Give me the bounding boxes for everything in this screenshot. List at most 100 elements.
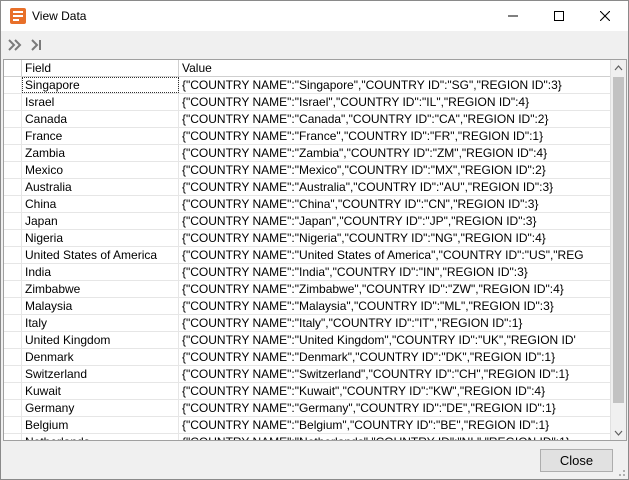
minimize-button[interactable] [490,1,536,31]
value-cell[interactable]: {"COUNTRY NAME":"Singapore","COUNTRY ID"… [179,77,611,93]
scroll-up-button[interactable] [611,60,626,75]
value-cell[interactable]: {"COUNTRY NAME":"Mexico","COUNTRY ID":"M… [179,162,611,178]
table-row[interactable]: Zambia {"COUNTRY NAME":"Zambia","COUNTRY … [4,145,611,162]
row-indicator[interactable] [4,417,22,433]
table-row[interactable]: Australia {"COUNTRY NAME":"Australia","CO… [4,179,611,196]
field-cell[interactable]: India [22,264,179,280]
row-indicator[interactable] [4,383,22,399]
field-cell[interactable]: United States of America [22,247,179,263]
last-page-button[interactable] [27,36,47,54]
value-cell[interactable]: {"COUNTRY NAME":"Japan","COUNTRY ID":"JP… [179,213,611,229]
field-cell[interactable]: Malaysia [22,298,179,314]
field-cell[interactable]: Switzerland [22,366,179,382]
value-cell[interactable]: {"COUNTRY NAME":"Germany","COUNTRY ID":"… [179,400,611,416]
title-bar[interactable]: View Data [1,1,628,31]
column-header-value[interactable]: Value [179,60,611,76]
field-cell[interactable]: Denmark [22,349,179,365]
table-row[interactable]: Denmark {"COUNTRY NAME":"Denmark","COUNTR… [4,349,611,366]
data-grid[interactable]: Field Value Singapore {"COUNTRY NAME":"Si… [3,59,627,441]
scroll-down-button[interactable] [611,425,626,440]
table-row[interactable]: China {"COUNTRY NAME":"China","COUNTRY ID… [4,196,611,213]
table-row[interactable]: United Kingdom {"COUNTRY NAME":"United Ki… [4,332,611,349]
table-row[interactable]: Italy {"COUNTRY NAME":"Italy","COUNTRY ID… [4,315,611,332]
table-row[interactable]: Japan {"COUNTRY NAME":"Japan","COUNTRY ID… [4,213,611,230]
table-row[interactable]: Kuwait {"COUNTRY NAME":"Kuwait","COUNTRY … [4,383,611,400]
value-cell[interactable]: {"COUNTRY NAME":"Canada","COUNTRY ID":"C… [179,111,611,127]
value-cell[interactable]: {"COUNTRY NAME":"India","COUNTRY ID":"IN… [179,264,611,280]
row-indicator[interactable] [4,264,22,280]
field-cell[interactable]: Netherlands [22,434,179,440]
value-cell[interactable]: {"COUNTRY NAME":"United States of Americ… [179,247,611,263]
table-row[interactable]: Malaysia {"COUNTRY NAME":"Malaysia","COUN… [4,298,611,315]
close-button[interactable]: Close [540,449,613,472]
row-indicator[interactable] [4,315,22,331]
field-cell[interactable]: Italy [22,315,179,331]
value-cell[interactable]: {"COUNTRY NAME":"Switzerland","COUNTRY I… [179,366,611,382]
value-cell[interactable]: {"COUNTRY NAME":"Israel","COUNTRY ID":"I… [179,94,611,110]
row-indicator[interactable] [4,77,22,93]
value-cell[interactable]: {"COUNTRY NAME":"Zimbabwe","COUNTRY ID":… [179,281,611,297]
column-header-field[interactable]: Field [22,60,179,76]
field-cell[interactable]: Nigeria [22,230,179,246]
field-cell[interactable]: China [22,196,179,212]
value-cell[interactable]: {"COUNTRY NAME":"Nigeria","COUNTRY ID":"… [179,230,611,246]
field-cell[interactable]: Zambia [22,145,179,161]
field-cell[interactable]: Germany [22,400,179,416]
row-indicator[interactable] [4,281,22,297]
row-indicator[interactable] [4,247,22,263]
row-indicator[interactable] [4,213,22,229]
value-cell[interactable]: {"COUNTRY NAME":"Italy","COUNTRY ID":"IT… [179,315,611,331]
field-cell[interactable]: Belgium [22,417,179,433]
table-row[interactable]: Zimbabwe {"COUNTRY NAME":"Zimbabwe","COUN… [4,281,611,298]
field-cell[interactable]: Israel [22,94,179,110]
row-indicator[interactable] [4,400,22,416]
table-row[interactable]: Switzerland {"COUNTRY NAME":"Switzerland"… [4,366,611,383]
table-row[interactable]: Israel {"COUNTRY NAME":"Israel","COUNTRY … [4,94,611,111]
value-cell[interactable]: {"COUNTRY NAME":"Kuwait","COUNTRY ID":"K… [179,383,611,399]
row-indicator[interactable] [4,94,22,110]
field-cell[interactable]: Mexico [22,162,179,178]
table-row[interactable]: Canada {"COUNTRY NAME":"Canada","COUNTRY … [4,111,611,128]
value-cell[interactable]: {"COUNTRY NAME":"Australia","COUNTRY ID"… [179,179,611,195]
field-cell[interactable]: Kuwait [22,383,179,399]
value-cell[interactable]: {"COUNTRY NAME":"France","COUNTRY ID":"F… [179,128,611,144]
row-indicator[interactable] [4,111,22,127]
value-cell[interactable]: {"COUNTRY NAME":"Zambia","COUNTRY ID":"Z… [179,145,611,161]
next-page-button[interactable] [5,36,25,54]
maximize-button[interactable] [536,1,582,31]
field-cell[interactable]: United Kingdom [22,332,179,348]
row-indicator[interactable] [4,230,22,246]
close-window-button[interactable] [582,1,628,31]
field-cell[interactable]: Canada [22,111,179,127]
table-row[interactable]: Nigeria {"COUNTRY NAME":"Nigeria","COUNTR… [4,230,611,247]
vertical-scrollbar[interactable] [610,60,626,440]
table-row[interactable]: Belgium {"COUNTRY NAME":"Belgium","COUNTR… [4,417,611,434]
value-cell[interactable]: {"COUNTRY NAME":"China","COUNTRY ID":"CN… [179,196,611,212]
row-indicator[interactable] [4,128,22,144]
row-indicator[interactable] [4,179,22,195]
table-row[interactable]: Germany {"COUNTRY NAME":"Germany","COUNTR… [4,400,611,417]
field-cell[interactable]: Singapore [22,77,179,93]
row-indicator[interactable] [4,196,22,212]
table-row[interactable]: France {"COUNTRY NAME":"France","COUNTRY … [4,128,611,145]
table-row[interactable]: India {"COUNTRY NAME":"India","COUNTRY ID… [4,264,611,281]
row-indicator[interactable] [4,349,22,365]
table-row[interactable]: Mexico {"COUNTRY NAME":"Mexico","COUNTRY … [4,162,611,179]
row-indicator[interactable] [4,366,22,382]
row-indicator[interactable] [4,145,22,161]
field-cell[interactable]: Japan [22,213,179,229]
row-indicator[interactable] [4,332,22,348]
value-cell[interactable]: {"COUNTRY NAME":"United Kingdom","COUNTR… [179,332,611,348]
field-cell[interactable]: France [22,128,179,144]
value-cell[interactable]: {"COUNTRY NAME":"Belgium","COUNTRY ID":"… [179,417,611,433]
resize-grip-icon[interactable] [616,467,626,477]
value-cell[interactable]: {"COUNTRY NAME":"Denmark","COUNTRY ID":"… [179,349,611,365]
row-indicator[interactable] [4,298,22,314]
table-row[interactable]: Singapore {"COUNTRY NAME":"Singapore","CO… [4,77,611,94]
field-cell[interactable]: Australia [22,179,179,195]
field-cell[interactable]: Zimbabwe [22,281,179,297]
value-cell[interactable]: {"COUNTRY NAME":"Malaysia","COUNTRY ID":… [179,298,611,314]
table-row[interactable]: Netherlands{"COUNTRY NAME":"Netherlands"… [4,434,611,440]
value-cell[interactable]: {"COUNTRY NAME":"Netherlands","COUNTRY I… [179,434,611,440]
row-indicator[interactable] [4,162,22,178]
